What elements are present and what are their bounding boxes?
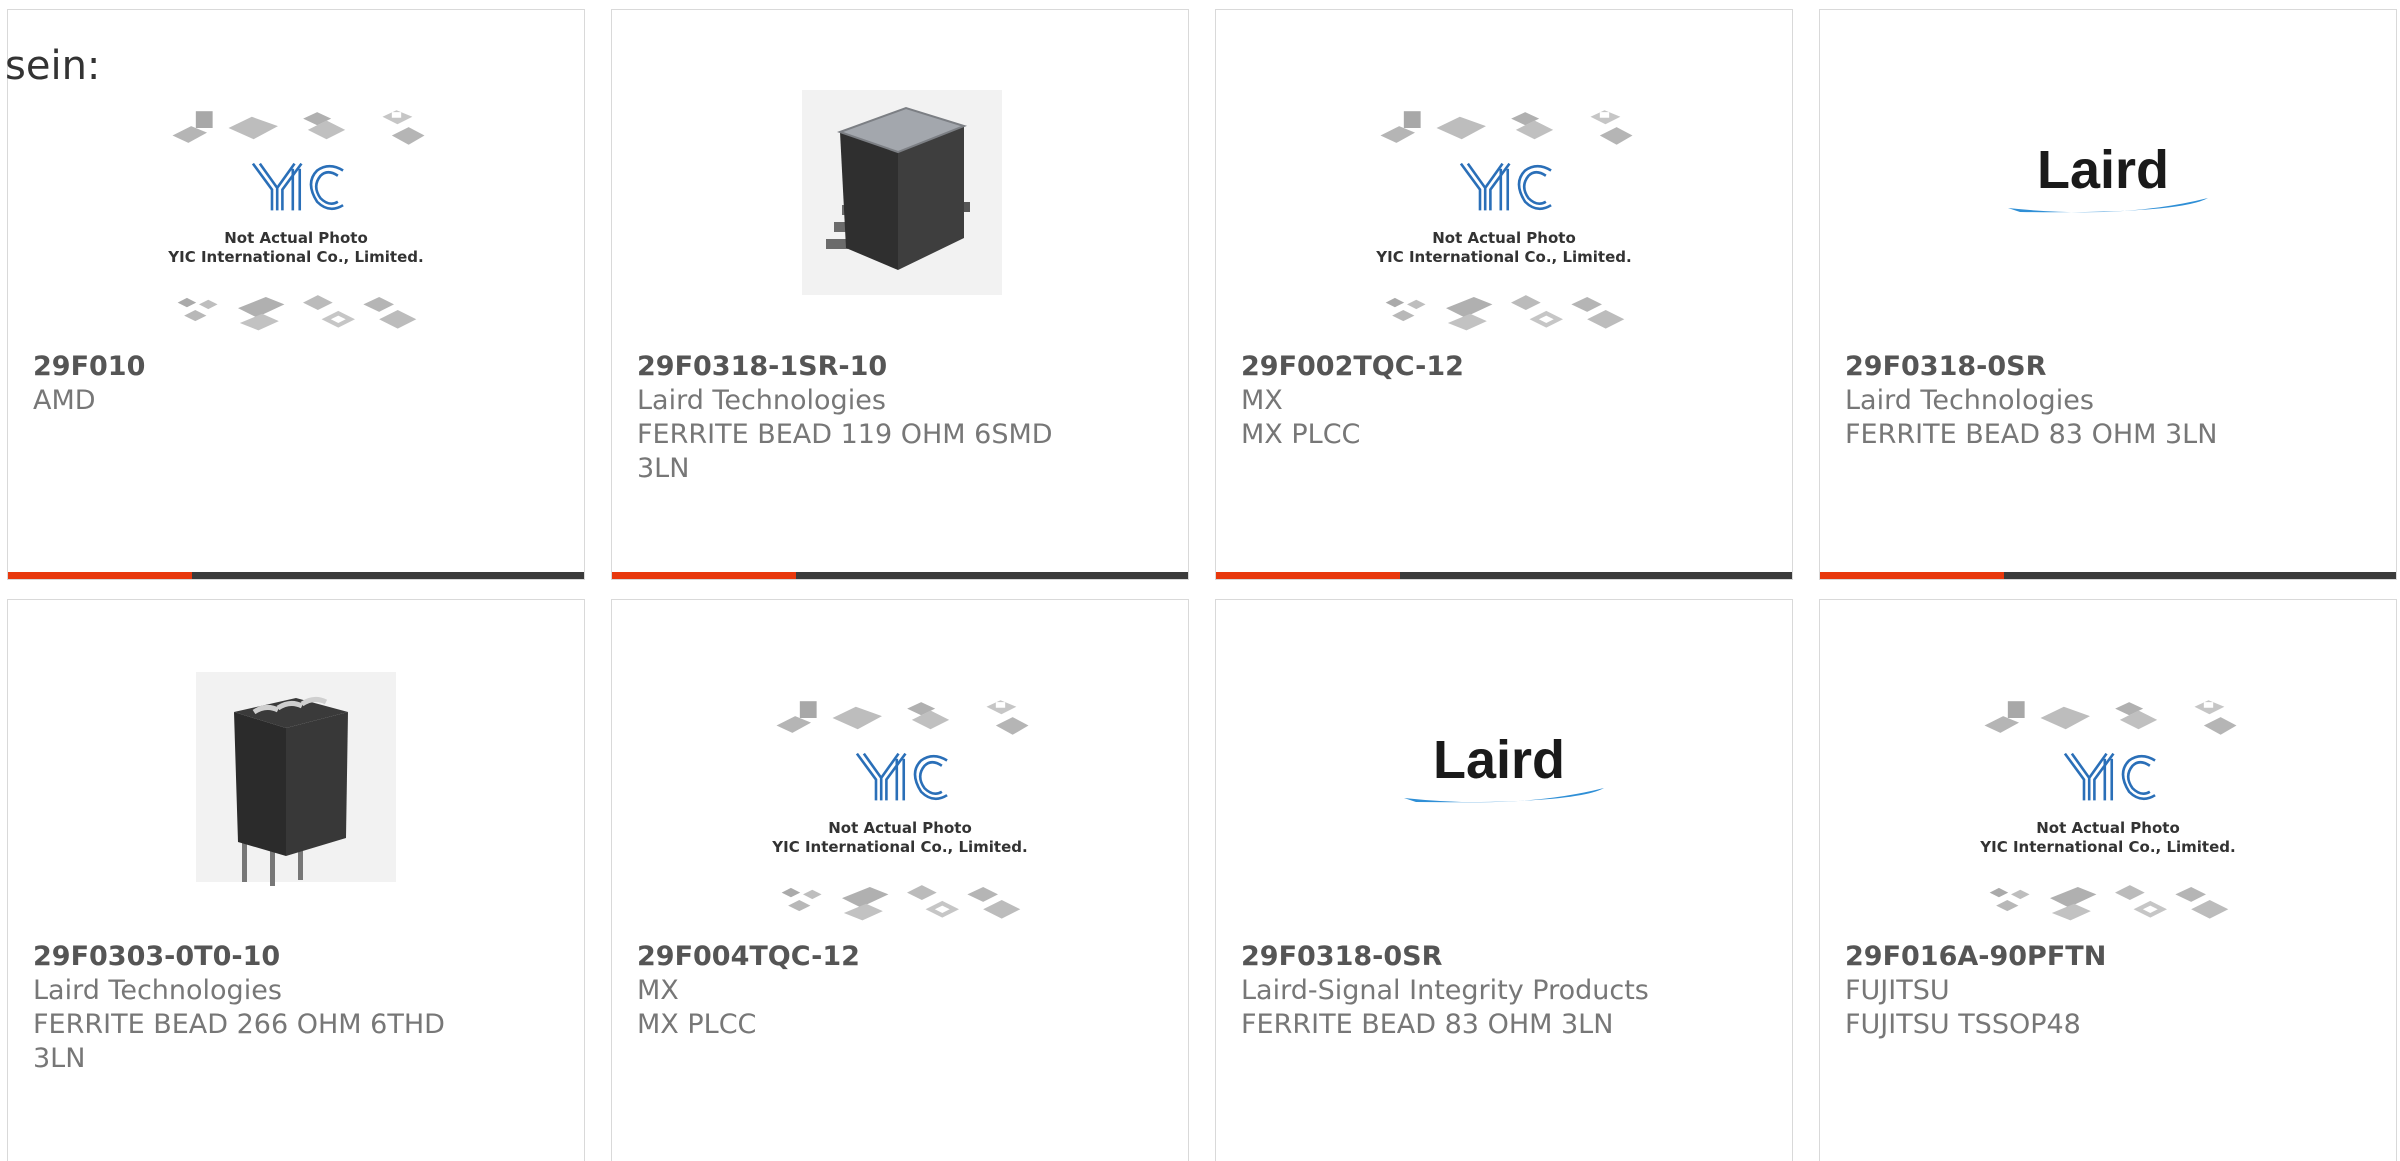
- product-info: 29F0303-0T0-10 Laird Technologies FERRIT…: [33, 940, 473, 1076]
- placeholder-caption: YIC International Co., Limited.: [167, 248, 423, 266]
- ferrite-smd-photo: [802, 90, 1002, 295]
- product-image[interactable]: Not Actual Photo YIC International Co., …: [1820, 660, 2396, 940]
- part-number[interactable]: 29F0318-0SR: [1845, 350, 2285, 384]
- description: FERRITE BEAD 83 OHM 3LN: [1241, 1009, 1614, 1040]
- product-info: 29F016A-90PFTN FUJITSU FUJITSU TSSOP48: [1845, 940, 2285, 1042]
- placeholder-caption: YIC International Co., Limited.: [771, 838, 1027, 856]
- placeholder-caption: Not Actual Photo: [2036, 819, 2180, 837]
- part-number[interactable]: 29F0303-0T0-10: [33, 940, 473, 974]
- manufacturer: FUJITSU: [1845, 975, 1950, 1006]
- product-info: 29F002TQC-12 MX MX PLCC: [1241, 350, 1681, 452]
- yic-placeholder-image: Not Actual Photo YIC International Co., …: [771, 700, 1029, 921]
- product-info: 29F0318-0SR Laird-Signal Integrity Produ…: [1241, 940, 1681, 1042]
- manufacturer: MX: [637, 975, 679, 1006]
- placeholder-caption: Not Actual Photo: [828, 819, 972, 837]
- product-image[interactable]: [612, 70, 1188, 350]
- product-card[interactable]: Not Actual Photo YIC International Co., …: [7, 9, 585, 580]
- product-grid-page: sein: Not Actual Photo YIC International…: [0, 0, 2400, 1161]
- manufacturer: MX: [1241, 385, 1283, 416]
- manufacturer: Laird Technologies: [1845, 385, 2094, 416]
- product-card[interactable]: Not Actual Photo YIC International Co., …: [611, 599, 1189, 1161]
- card-bottom-bar: [8, 572, 584, 579]
- product-card[interactable]: 29F0318-1SR-10 Laird Technologies FERRIT…: [611, 9, 1189, 580]
- description: FUJITSU TSSOP48: [1845, 1009, 2081, 1040]
- product-card[interactable]: Not Actual Photo YIC International Co., …: [1215, 9, 1793, 580]
- product-card[interactable]: Not Actual Photo YIC International Co., …: [1819, 599, 2397, 1161]
- laird-logo-image: Laird: [2008, 140, 2208, 213]
- yic-placeholder-image: Not Actual Photo YIC International Co., …: [1979, 700, 2237, 921]
- intro-text: sein:: [5, 43, 101, 89]
- yic-placeholder-image: Not Actual Photo YIC International Co., …: [1375, 110, 1633, 331]
- part-number[interactable]: 29F016A-90PFTN: [1845, 940, 2285, 974]
- card-bar-accent: [1216, 572, 1400, 579]
- manufacturer: Laird-Signal Integrity Products: [1241, 975, 1649, 1006]
- product-image[interactable]: Laird: [1820, 70, 2396, 350]
- laird-logo: Laird: [2037, 140, 2169, 200]
- product-card[interactable]: 29F0303-0T0-10 Laird Technologies FERRIT…: [7, 599, 585, 1161]
- product-image[interactable]: Laird: [1216, 660, 1792, 940]
- laird-logo: Laird: [1433, 730, 1565, 790]
- product-info: 29F0318-0SR Laird Technologies FERRITE B…: [1845, 350, 2285, 452]
- description: FERRITE BEAD 266 OHM 6THD 3LN: [33, 1009, 445, 1074]
- product-info: 29F0318-1SR-10 Laird Technologies FERRIT…: [637, 350, 1077, 486]
- product-card[interactable]: Laird 29F0318-0SR Laird Technologies FER…: [1819, 9, 2397, 580]
- card-bottom-bar: [1820, 572, 2396, 579]
- product-card[interactable]: Laird 29F0318-0SR Laird-Signal Integrity…: [1215, 599, 1793, 1161]
- product-info: 29F010 AMD: [33, 350, 473, 418]
- manufacturer: Laird Technologies: [637, 385, 886, 416]
- product-image[interactable]: Not Actual Photo YIC International Co., …: [8, 70, 584, 350]
- part-number[interactable]: 29F002TQC-12: [1241, 350, 1681, 384]
- placeholder-caption: YIC International Co., Limited.: [1375, 248, 1631, 266]
- product-image[interactable]: [8, 660, 584, 940]
- manufacturer: AMD: [33, 385, 96, 416]
- product-info: 29F004TQC-12 MX MX PLCC: [637, 940, 1077, 1042]
- card-bar-accent: [8, 572, 192, 579]
- card-bar-accent: [1820, 572, 2004, 579]
- ferrite-thd-photo: [196, 672, 396, 886]
- part-number[interactable]: 29F0318-0SR: [1241, 940, 1681, 974]
- yic-placeholder-image: Not Actual Photo YIC International Co., …: [167, 110, 425, 331]
- card-bottom-bar: [612, 572, 1188, 579]
- description: FERRITE BEAD 83 OHM 3LN: [1845, 419, 2218, 450]
- manufacturer: Laird Technologies: [33, 975, 282, 1006]
- description: FERRITE BEAD 119 OHM 6SMD 3LN: [637, 419, 1053, 484]
- part-number[interactable]: 29F010: [33, 350, 473, 384]
- product-image[interactable]: Not Actual Photo YIC International Co., …: [612, 660, 1188, 940]
- card-bottom-bar: [1216, 572, 1792, 579]
- placeholder-caption: YIC International Co., Limited.: [1979, 838, 2235, 856]
- product-image[interactable]: Not Actual Photo YIC International Co., …: [1216, 70, 1792, 350]
- laird-logo-image: Laird: [1404, 730, 1604, 803]
- description: MX PLCC: [1241, 419, 1361, 450]
- placeholder-caption: Not Actual Photo: [1432, 229, 1576, 247]
- part-number[interactable]: 29F0318-1SR-10: [637, 350, 1077, 384]
- card-bar-accent: [612, 572, 796, 579]
- part-number[interactable]: 29F004TQC-12: [637, 940, 1077, 974]
- description: MX PLCC: [637, 1009, 757, 1040]
- placeholder-caption: Not Actual Photo: [224, 229, 368, 247]
